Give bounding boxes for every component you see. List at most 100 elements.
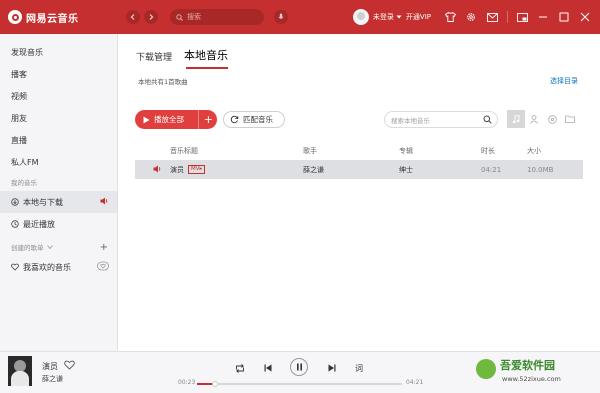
current-time: 00:23 (178, 379, 196, 386)
header-album[interactable]: 专辑 (399, 146, 413, 156)
user-name[interactable]: 未登录 (373, 12, 394, 22)
forward-button[interactable] (144, 10, 158, 24)
speaker-icon (100, 197, 109, 207)
next-track-icon[interactable] (326, 362, 338, 374)
watermark-url: www.52zixue.com (502, 375, 561, 383)
sidebar-item-podcast[interactable]: 播客 (0, 63, 117, 85)
album-cover[interactable] (8, 356, 32, 386)
view-mode-switcher (507, 110, 579, 128)
song-count-text: 本地共有1首歌曲 (138, 78, 188, 86)
add-to-playlist-button[interactable]: + (197, 110, 213, 129)
song-title-cell: 演员 MV▸ (170, 165, 206, 175)
loop-mode-icon[interactable] (234, 362, 246, 374)
sidebar-item-label: 本地与下载 (23, 197, 63, 207)
section-my-music: 我的音乐 (11, 179, 37, 187)
mini-mode-icon[interactable] (515, 10, 529, 24)
sidebar-item-label: 最近播放 (23, 219, 55, 229)
microphone-icon[interactable] (274, 10, 288, 24)
table-header: 音乐标题 歌手 专辑 时长 大小 (135, 143, 583, 159)
table-row[interactable]: 演员 MV▸ 薛之谦 绅士 04:21 10.0MB (135, 160, 583, 179)
watermark-name: 吾爱软件园 (500, 359, 555, 372)
play-all-label: 播放全部 (154, 115, 184, 124)
previous-track-icon[interactable] (262, 362, 274, 374)
mail-icon[interactable] (485, 10, 499, 24)
search-placeholder: 搜索 (187, 13, 201, 21)
netease-logo-icon (8, 10, 22, 24)
chevron-down-icon[interactable] (396, 15, 402, 19)
lyrics-button[interactable]: 词 (353, 362, 365, 374)
view-album-icon[interactable] (543, 110, 561, 128)
sidebar-item-label: 视频 (11, 91, 27, 101)
search-icon (483, 115, 492, 124)
sidebar-item-label: 私人FM (11, 157, 39, 167)
song-artist[interactable]: 薛之谦 (303, 165, 324, 175)
sidebar-item-discover[interactable]: 发现音乐 (0, 41, 117, 63)
maximize-icon[interactable] (557, 10, 571, 24)
chevron-down-icon (46, 245, 53, 249)
title-bar: 网易云音乐 搜索 未登录 开通VIP (0, 0, 600, 34)
mv-badge-label: MV (191, 166, 200, 172)
sidebar-item-label: 播客 (11, 69, 27, 79)
play-all-button[interactable]: 播放全部 + (135, 110, 217, 129)
sidebar-item-local-download[interactable]: 本地与下载 (0, 191, 117, 213)
header-size[interactable]: 大小 (527, 146, 541, 156)
song-album[interactable]: 绅士 (399, 165, 413, 175)
total-time: 04:21 (406, 379, 424, 386)
sidebar-item-label: 发现音乐 (11, 47, 43, 57)
sidebar-item-label: 朋友 (11, 113, 27, 123)
sidebar-item-fm[interactable]: 私人FM (0, 151, 117, 173)
watermark: 吾爱软件园 www.52zixue.com (470, 345, 598, 391)
heartbeat-mode-icon[interactable] (97, 261, 109, 273)
player-song-name[interactable]: 演员 (42, 361, 58, 372)
mv-badge[interactable]: MV▸ (188, 165, 206, 174)
close-icon[interactable] (578, 10, 592, 24)
avatar[interactable] (352, 9, 369, 25)
watermark-logo-icon (476, 359, 496, 379)
sidebar-item-friends[interactable]: 朋友 (0, 107, 117, 129)
song-size: 10.0MB (527, 165, 554, 174)
view-folder-icon[interactable] (561, 110, 579, 128)
song-title: 演员 (170, 165, 184, 174)
play-pause-button[interactable] (290, 358, 308, 376)
search-icon (176, 13, 183, 21)
skin-icon[interactable] (443, 10, 457, 24)
match-music-label: 匹配音乐 (243, 115, 273, 124)
section-created-playlists[interactable]: 创建的歌单 + (0, 238, 117, 256)
header-artist[interactable]: 歌手 (303, 146, 317, 156)
main-content: 下载管理 本地音乐 本地共有1首歌曲 选择目录 播放全部 + 匹配音乐 搜索本地… (118, 34, 600, 351)
header-duration[interactable]: 时长 (481, 146, 495, 156)
app-logo[interactable]: 网易云音乐 (8, 10, 126, 25)
refresh-icon (230, 115, 239, 124)
vip-link[interactable]: 开通VIP (406, 12, 431, 22)
play-icon (143, 116, 150, 123)
view-song-list-icon[interactable] (507, 110, 525, 128)
match-music-button[interactable]: 匹配音乐 (223, 111, 285, 128)
back-button[interactable] (126, 10, 140, 24)
playing-speaker-icon (153, 165, 162, 175)
like-heart-icon[interactable] (64, 360, 75, 372)
global-search-input[interactable]: 搜索 (170, 9, 264, 25)
sidebar: 发现音乐 播客 视频 朋友 直播 私人FM 我的音乐 本地与下载 最近播放 创建… (0, 34, 118, 351)
select-directory-link[interactable]: 选择目录 (550, 76, 578, 86)
progress-knob[interactable] (212, 381, 219, 387)
player-artist-name[interactable]: 薛之谦 (42, 374, 63, 384)
song-duration: 04:21 (481, 165, 502, 174)
header-title[interactable]: 音乐标题 (170, 146, 198, 156)
play-triangle-icon: ▸ (199, 166, 203, 172)
sidebar-item-recent[interactable]: 最近播放 (0, 213, 117, 235)
tab-local-music[interactable]: 本地音乐 (184, 47, 229, 69)
settings-icon[interactable] (464, 10, 478, 24)
titlebar-divider (507, 11, 508, 23)
sidebar-item-label: 直播 (11, 135, 27, 145)
add-playlist-icon[interactable]: + (100, 242, 108, 253)
progress-bar[interactable] (197, 381, 402, 387)
view-artist-icon[interactable] (525, 110, 543, 128)
sidebar-item-favorite[interactable]: 我喜欢的音乐 (0, 256, 117, 278)
tab-download-management[interactable]: 下载管理 (136, 50, 172, 63)
pause-icon (296, 363, 302, 371)
sidebar-item-live[interactable]: 直播 (0, 129, 117, 151)
minimize-icon[interactable] (536, 10, 550, 24)
sidebar-item-video[interactable]: 视频 (0, 85, 117, 107)
local-search-input[interactable]: 搜索本地音乐 (384, 111, 498, 128)
tab-bar: 下载管理 本地音乐 (136, 47, 240, 69)
